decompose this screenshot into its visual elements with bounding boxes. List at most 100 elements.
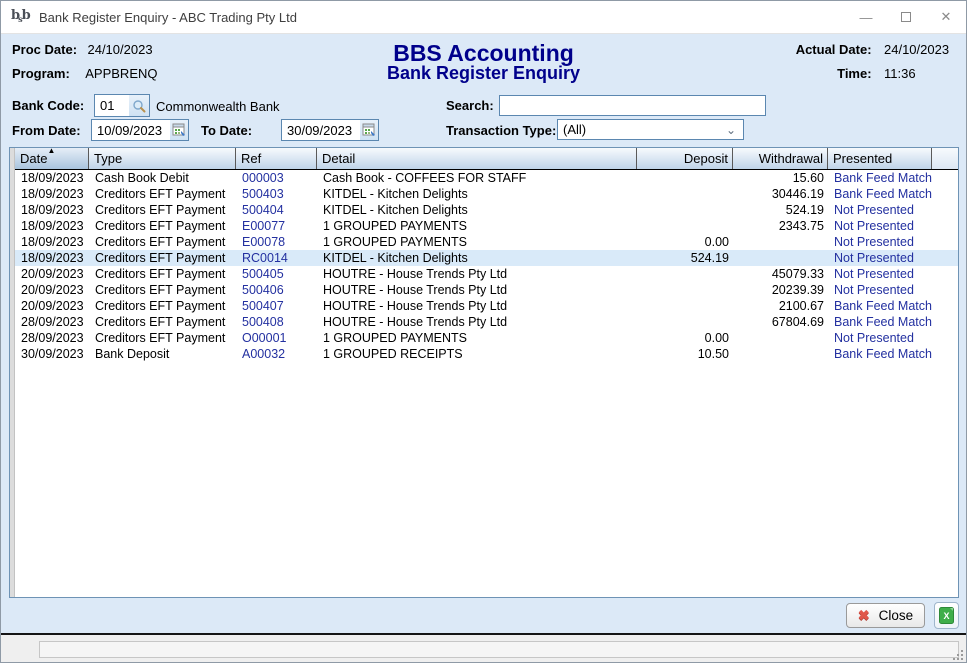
- cell-withdrawal: [733, 250, 828, 266]
- svg-text:X: X: [943, 611, 949, 621]
- cell-ref[interactable]: 000003: [236, 170, 317, 186]
- close-button-label: Close: [879, 608, 914, 623]
- cell-date: 20/09/2023: [15, 298, 89, 314]
- cell-ref[interactable]: A00032: [236, 346, 317, 362]
- calendar-icon: [362, 123, 376, 137]
- table-row[interactable]: 18/09/2023Creditors EFT PaymentRC0014KIT…: [15, 250, 958, 266]
- cell-detail: Cash Book - COFFEES FOR STAFF: [317, 170, 637, 186]
- cell-type: Bank Deposit: [89, 346, 236, 362]
- to-date-input[interactable]: [282, 120, 360, 140]
- maximize-icon[interactable]: [886, 1, 926, 34]
- close-window-icon[interactable]: ✕: [926, 1, 966, 34]
- cell-ref[interactable]: 500407: [236, 298, 317, 314]
- cell-withdrawal: 2100.67: [733, 298, 828, 314]
- magnifier-icon: [132, 99, 146, 113]
- table-row[interactable]: 28/09/2023Creditors EFT PaymentO000011 G…: [15, 330, 958, 346]
- cell-ref[interactable]: O00001: [236, 330, 317, 346]
- screen-title: Bank Register Enquiry: [1, 63, 966, 84]
- app-logo-icon: bsb: [11, 8, 31, 26]
- from-date-input[interactable]: [92, 120, 170, 140]
- table-row[interactable]: 20/09/2023Creditors EFT Payment500406HOU…: [15, 282, 958, 298]
- cell-withdrawal: 524.19: [733, 202, 828, 218]
- cell-deposit: 0.00: [637, 330, 733, 346]
- cell-ref[interactable]: 500406: [236, 282, 317, 298]
- actual-date-value: 24/10/2023: [884, 42, 956, 57]
- table-row[interactable]: 20/09/2023Creditors EFT Payment500405HOU…: [15, 266, 958, 282]
- cell-type: Cash Book Debit: [89, 170, 236, 186]
- cell-withdrawal: [733, 330, 828, 346]
- cell-type: Creditors EFT Payment: [89, 186, 236, 202]
- excel-icon: X: [939, 607, 954, 624]
- actual-date-row: Actual Date: 24/10/2023: [796, 41, 956, 59]
- cell-presented: Not Presented: [828, 218, 932, 234]
- cell-detail: KITDEL - Kitchen Delights: [317, 250, 637, 266]
- table-row[interactable]: 18/09/2023Creditors EFT Payment500404KIT…: [15, 202, 958, 218]
- cell-ref[interactable]: RC0014: [236, 250, 317, 266]
- cell-deposit: [637, 170, 733, 186]
- cell-deposit: [637, 186, 733, 202]
- cell-deposit: 10.50: [637, 346, 733, 362]
- resize-grip[interactable]: [951, 648, 963, 660]
- from-date-calendar-button[interactable]: [170, 120, 188, 140]
- cell-deposit: 524.19: [637, 250, 733, 266]
- cell-deposit: [637, 314, 733, 330]
- to-date-label: To Date:: [201, 123, 252, 138]
- cell-ref[interactable]: 500403: [236, 186, 317, 202]
- cell-withdrawal: 45079.33: [733, 266, 828, 282]
- bank-lookup-button[interactable]: [129, 95, 149, 116]
- title-bar: bsb Bank Register Enquiry - ABC Trading …: [1, 1, 966, 34]
- bank-code-input[interactable]: [95, 95, 129, 116]
- bank-name: Commonwealth Bank: [156, 99, 280, 114]
- cell-type: Creditors EFT Payment: [89, 282, 236, 298]
- cell-detail: 1 GROUPED RECEIPTS: [317, 346, 637, 362]
- close-button[interactable]: ✖ Close: [846, 603, 925, 628]
- table-row[interactable]: 18/09/2023Cash Book Debit000003Cash Book…: [15, 170, 958, 186]
- cell-presented: Not Presented: [828, 282, 932, 298]
- cell-ref[interactable]: 500408: [236, 314, 317, 330]
- cell-date: 28/09/2023: [15, 330, 89, 346]
- cell-deposit: [637, 282, 733, 298]
- window-title: Bank Register Enquiry - ABC Trading Pty …: [39, 10, 297, 25]
- transaction-type-value: (All): [563, 122, 586, 137]
- column-header-detail[interactable]: Detail: [317, 148, 637, 169]
- to-date-calendar-button[interactable]: [360, 120, 378, 140]
- cell-presented: Bank Feed Match: [828, 186, 932, 202]
- table-row[interactable]: 20/09/2023Creditors EFT Payment500407HOU…: [15, 298, 958, 314]
- cell-type: Creditors EFT Payment: [89, 202, 236, 218]
- status-bar: [1, 635, 966, 663]
- status-bar-field: [39, 641, 959, 658]
- actual-date-label: Actual Date:: [796, 42, 872, 57]
- time-row: Time: 11:36: [837, 65, 956, 83]
- minimize-icon[interactable]: —: [846, 1, 886, 34]
- table-row[interactable]: 30/09/2023Bank DepositA000321 GROUPED RE…: [15, 346, 958, 362]
- cell-withdrawal: [733, 346, 828, 362]
- cell-detail: KITDEL - Kitchen Delights: [317, 186, 637, 202]
- chevron-down-icon: ⌄: [726, 123, 736, 137]
- search-input[interactable]: [499, 95, 766, 116]
- cell-presented: Bank Feed Match: [828, 298, 932, 314]
- table-row[interactable]: 18/09/2023Creditors EFT PaymentE000771 G…: [15, 218, 958, 234]
- column-header-withdrawal[interactable]: Withdrawal: [733, 148, 828, 169]
- cell-ref[interactable]: E00078: [236, 234, 317, 250]
- time-label: Time:: [837, 66, 871, 81]
- transaction-type-select[interactable]: (All) ⌄: [557, 119, 744, 140]
- bank-code-label: Bank Code:: [12, 98, 84, 113]
- cell-detail: 1 GROUPED PAYMENTS: [317, 234, 637, 250]
- cell-detail: HOUTRE - House Trends Pty Ltd: [317, 314, 637, 330]
- column-header-type[interactable]: Type: [89, 148, 236, 169]
- column-header-presented[interactable]: Presented: [828, 148, 932, 169]
- column-header-ref[interactable]: Ref: [236, 148, 317, 169]
- to-date-box: [281, 119, 379, 141]
- column-header-date[interactable]: Date▲: [15, 148, 89, 169]
- export-excel-button[interactable]: X: [934, 602, 959, 629]
- cell-ref[interactable]: E00077: [236, 218, 317, 234]
- table-row[interactable]: 18/09/2023Creditors EFT Payment500403KIT…: [15, 186, 958, 202]
- column-header-deposit[interactable]: Deposit: [637, 148, 733, 169]
- table-row[interactable]: 28/09/2023Creditors EFT Payment500408HOU…: [15, 314, 958, 330]
- cell-presented: Not Presented: [828, 266, 932, 282]
- cell-date: 18/09/2023: [15, 186, 89, 202]
- cell-presented: Bank Feed Match: [828, 314, 932, 330]
- cell-ref[interactable]: 500404: [236, 202, 317, 218]
- cell-ref[interactable]: 500405: [236, 266, 317, 282]
- table-row[interactable]: 18/09/2023Creditors EFT PaymentE000781 G…: [15, 234, 958, 250]
